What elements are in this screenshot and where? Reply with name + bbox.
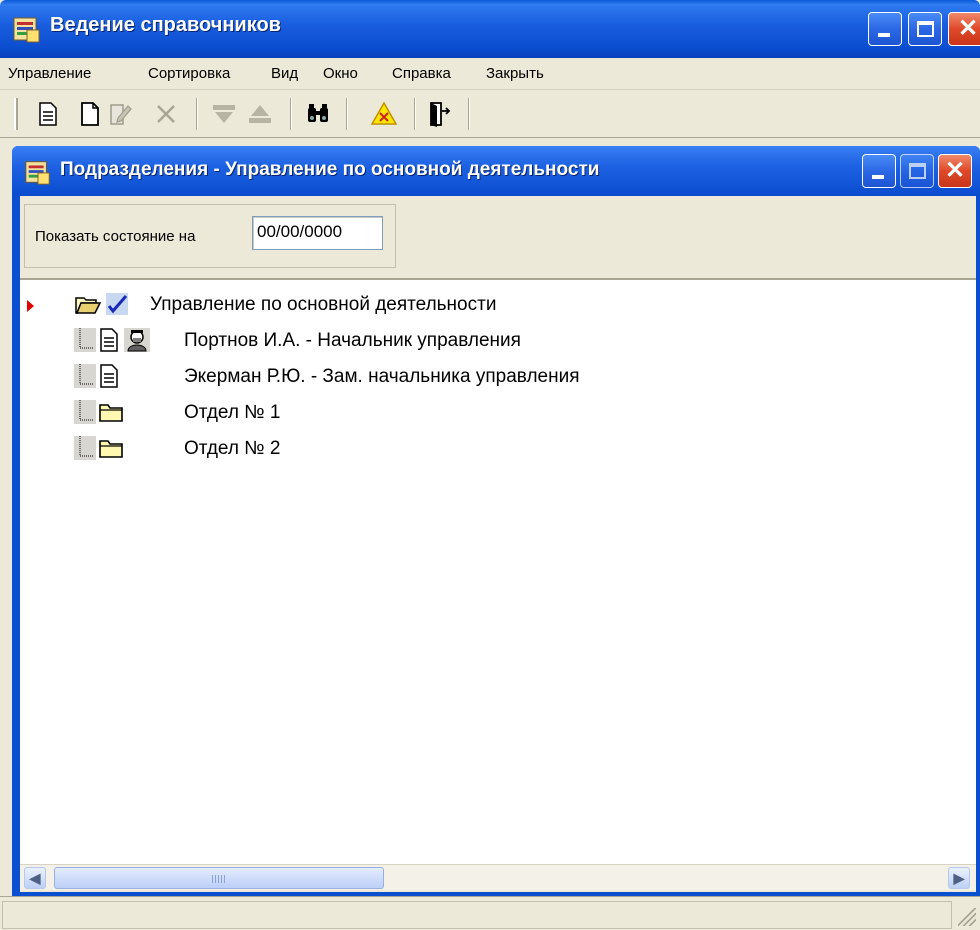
move-up-icon	[249, 105, 271, 123]
tree-row-label: Управление по основной деятельности	[150, 294, 497, 315]
warning-button[interactable]	[370, 100, 398, 128]
move-down-icon	[213, 105, 235, 123]
maximize-icon	[909, 163, 926, 179]
document-icon	[100, 364, 118, 388]
current-row-marker-icon	[27, 300, 34, 312]
child-client-area: Показать состояние на 00/00/0000 Управле…	[20, 196, 976, 892]
find-button[interactable]	[304, 100, 332, 128]
minimize-icon	[872, 175, 884, 179]
new-document-icon	[81, 102, 99, 126]
document-icon	[100, 328, 118, 352]
child-close-button[interactable]: ✕	[938, 154, 972, 188]
child-window-title: Подразделения - Управление по основной д…	[60, 159, 600, 180]
tree-connector-icon	[74, 364, 96, 388]
scroll-right-button[interactable]: ▶	[948, 867, 970, 889]
tree-row-label: Экерман Р.Ю. - Зам. начальника управлени…	[184, 366, 580, 387]
app-icon	[13, 17, 40, 43]
child-minimize-button[interactable]	[862, 154, 896, 188]
edit-document-icon	[110, 104, 132, 125]
menu-bar: Управление Сортировка Вид Окно Справка З…	[0, 58, 980, 90]
child-maximize-button[interactable]	[900, 154, 934, 188]
tree-row-label: Отдел № 2	[184, 438, 281, 459]
tree-row-label: Отдел № 1	[184, 402, 281, 423]
folder-icon	[99, 440, 123, 458]
horizontal-scrollbar[interactable]: ◀ ▶	[20, 864, 976, 890]
tree-row[interactable]: Отдел № 1	[20, 394, 976, 430]
tree-row[interactable]: Экерман Р.Ю. - Зам. начальника управлени…	[20, 358, 976, 394]
properties-icon	[39, 102, 57, 126]
scroll-thumb[interactable]	[54, 867, 384, 889]
scroll-grip-icon	[212, 875, 226, 883]
close-icon: ✕	[944, 157, 966, 184]
toolbar-separator	[290, 98, 292, 130]
menu-item-management[interactable]: Управление	[8, 65, 91, 82]
find-icon	[308, 104, 328, 122]
tree-row[interactable]: Портнов И.А. - Начальник управления	[20, 322, 976, 358]
child-title-bar[interactable]: Подразделения - Управление по основной д…	[12, 146, 980, 196]
state-date-label: Показать состояние на	[35, 228, 196, 245]
child-window: Подразделения - Управление по основной д…	[12, 146, 980, 896]
exit-icon	[430, 102, 451, 127]
menu-item-sort[interactable]: Сортировка	[148, 65, 230, 82]
folder-icon	[99, 404, 123, 422]
checkmark-icon	[106, 293, 128, 315]
delete-button[interactable]	[152, 100, 180, 128]
toolbar-separator	[414, 98, 416, 130]
properties-button[interactable]	[34, 100, 62, 128]
warning-icon	[370, 101, 398, 125]
new-document-button[interactable]	[76, 100, 104, 128]
tree-connector-icon	[74, 400, 96, 424]
menu-item-close[interactable]: Закрыть	[486, 65, 544, 82]
scroll-left-button[interactable]: ◀	[24, 867, 46, 889]
move-up-button[interactable]	[246, 100, 274, 128]
resize-grip-icon[interactable]	[958, 908, 976, 926]
main-window-title: Ведение справочников	[50, 14, 281, 36]
edit-document-button[interactable]	[106, 100, 134, 128]
toolbar	[0, 92, 980, 138]
status-bar	[0, 896, 980, 930]
tree-row[interactable]: Управление по основной деятельности	[20, 286, 976, 322]
department-tree: Управление по основной деятельности Порт…	[20, 278, 976, 864]
close-icon: ✕	[957, 15, 979, 42]
main-title-bar[interactable]: Ведение справочников ✕	[0, 0, 980, 58]
tree-connector-icon	[74, 328, 96, 352]
maximize-button[interactable]	[908, 12, 942, 46]
tree-row-label: Портнов И.А. - Начальник управления	[184, 330, 521, 351]
child-window-icon	[25, 161, 50, 185]
open-folder-icon	[75, 297, 102, 314]
manager-icon	[124, 328, 150, 352]
exit-button[interactable]	[426, 100, 454, 128]
minimize-button[interactable]	[868, 12, 902, 46]
menu-item-window[interactable]: Окно	[323, 65, 358, 82]
toolbar-grip[interactable]	[14, 98, 18, 130]
menu-item-view[interactable]: Вид	[271, 65, 298, 82]
toolbar-separator	[346, 98, 348, 130]
state-date-group: Показать состояние на 00/00/0000	[24, 204, 396, 268]
move-down-button[interactable]	[210, 100, 238, 128]
main-window: Ведение справочников ✕ Управление Сортир…	[0, 0, 980, 930]
delete-icon	[157, 105, 175, 123]
maximize-icon	[917, 21, 934, 37]
state-date-input[interactable]: 00/00/0000	[252, 216, 383, 250]
minimize-icon	[878, 33, 890, 37]
tree-connector-icon	[74, 436, 96, 460]
tree-row[interactable]: Отдел № 2	[20, 430, 976, 466]
toolbar-separator	[196, 98, 198, 130]
toolbar-separator	[468, 98, 470, 130]
close-button[interactable]: ✕	[948, 12, 980, 46]
menu-item-help[interactable]: Справка	[392, 65, 451, 82]
status-panel	[2, 901, 952, 929]
